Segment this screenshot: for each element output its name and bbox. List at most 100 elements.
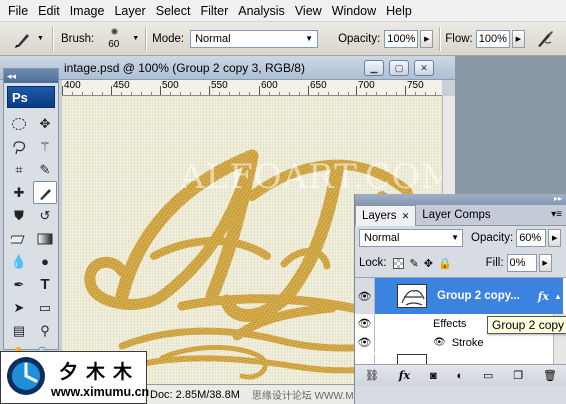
menu-file[interactable]: File bbox=[0, 0, 33, 22]
doc-size-status: Doc: 2.85M/38.8M bbox=[150, 388, 240, 401]
layers-panel: ▸▸ Layers ✕ Layer Comps ▾≡ Normal ▼ Opac… bbox=[354, 194, 566, 404]
type-tool-icon[interactable]: T bbox=[33, 273, 57, 296]
site-logo-url: www.ximumu.cn bbox=[51, 385, 150, 399]
blur-tool-icon[interactable]: 💧 bbox=[7, 250, 31, 273]
tab-layers[interactable]: Layers ✕ bbox=[355, 205, 417, 226]
close-button[interactable]: ✕ bbox=[414, 60, 434, 76]
new-group-icon[interactable]: ▭ bbox=[483, 369, 493, 382]
tools-panel-header[interactable]: ◂◂ bbox=[4, 69, 58, 83]
fill-slider[interactable]: ▶ bbox=[538, 254, 552, 272]
mode-value: Normal bbox=[195, 32, 231, 45]
tab-layer-comps[interactable]: Layer Comps bbox=[416, 205, 496, 226]
photoshop-logo[interactable]: Ps bbox=[7, 86, 55, 108]
lock-transparent-icon[interactable] bbox=[392, 257, 404, 269]
visibility-eye-icon[interactable]: 👁 bbox=[355, 314, 375, 333]
brush-tool-preset-icon[interactable] bbox=[10, 26, 36, 52]
document-titlebar[interactable]: intage.psd @ 100% (Group 2 copy 3, RGB/8… bbox=[0, 56, 455, 80]
clone-stamp-icon[interactable]: ⛊ bbox=[7, 204, 31, 227]
menu-analysis[interactable]: Analysis bbox=[233, 0, 290, 22]
opacity-input[interactable]: 100% bbox=[384, 29, 419, 48]
add-style-icon[interactable]: fx bbox=[399, 369, 410, 382]
blend-mode-value: Normal bbox=[364, 232, 400, 244]
path-selection-icon[interactable]: ➤ bbox=[7, 296, 31, 319]
history-brush-icon[interactable]: ↺ bbox=[33, 204, 57, 227]
tools-panel: ◂◂ Ps ✥ ⚚ ⌗ ✎ ✚ ⛊ ↺ 💧 ● ✒ T ➤ ▭ ▤ ⚲ ✋ 🔍 bbox=[3, 68, 59, 361]
eraser-tool-icon[interactable] bbox=[7, 227, 31, 250]
lock-all-icon[interactable]: 🔒 bbox=[438, 257, 452, 270]
lock-row: Lock: ✎ ✥ 🔒 Fill: 0% ▶ bbox=[359, 254, 552, 272]
layer-name-tooltip: Group 2 copy 3 bbox=[487, 316, 566, 334]
lock-move-icon[interactable]: ✥ bbox=[424, 257, 433, 270]
blend-mode-select[interactable]: Normal ▼ bbox=[359, 229, 463, 247]
maximize-button[interactable]: ▢ bbox=[389, 60, 409, 76]
menu-select[interactable]: Select bbox=[151, 0, 196, 22]
healing-brush-icon[interactable]: ✚ bbox=[7, 181, 31, 204]
fill-label: Fill: bbox=[485, 257, 504, 269]
lock-paint-icon[interactable]: ✎ bbox=[410, 257, 419, 270]
fill-input[interactable]: 0% bbox=[506, 254, 537, 272]
opacity-slider-button[interactable]: ▶ bbox=[420, 29, 434, 48]
site-logo-chars: 夕木木 bbox=[59, 361, 141, 383]
watermark-text: ALFOART.COM bbox=[179, 157, 442, 197]
layers-footer: ⛓ fx ◙ ◐ ▭ ❐ 🗑 bbox=[355, 364, 566, 386]
trash-icon[interactable]: 🗑 bbox=[543, 369, 557, 382]
lasso-tool-icon[interactable] bbox=[7, 135, 31, 158]
shape-tool-icon[interactable]: ▭ bbox=[33, 296, 57, 319]
magic-wand-icon[interactable]: ⚚ bbox=[33, 135, 57, 158]
tab-layers-label: Layers bbox=[362, 210, 397, 222]
triangle-right-icon: ▶ bbox=[542, 260, 548, 267]
dodge-tool-icon[interactable]: ● bbox=[33, 250, 57, 273]
options-bar: ▼ Brush: 60 ▼ Mode: Normal ▼ Opacity: 10… bbox=[0, 22, 566, 56]
preset-dropdown-arrow[interactable]: ▼ bbox=[37, 35, 44, 42]
clock-logo-icon bbox=[7, 357, 45, 395]
collapse-arrows-icon: ◂◂ bbox=[7, 70, 17, 81]
eyedropper-tool-icon[interactable]: ✎ bbox=[33, 158, 57, 181]
close-icon[interactable]: ✕ bbox=[402, 211, 410, 221]
marquee-tool-icon[interactable] bbox=[7, 112, 31, 135]
brush-size-picker[interactable]: 60 bbox=[100, 24, 132, 54]
opacity-label: Opacity: bbox=[338, 32, 381, 45]
flow-input[interactable]: 100% bbox=[475, 29, 510, 48]
add-mask-icon[interactable]: ◙ bbox=[430, 370, 437, 382]
panel-menu-icon[interactable]: ▾≡ bbox=[551, 205, 562, 225]
triangle-right-icon: ▶ bbox=[424, 35, 430, 43]
crop-tool-icon[interactable]: ⌗ bbox=[7, 158, 31, 181]
chevron-down-icon: ▼ bbox=[451, 233, 459, 242]
minimize-button[interactable]: ▁ bbox=[364, 60, 384, 76]
brush-dropdown-arrow[interactable]: ▼ bbox=[132, 35, 139, 42]
menu-edit[interactable]: Edit bbox=[33, 0, 65, 22]
fx-badge[interactable]: fx bbox=[538, 290, 549, 303]
document-title: intage.psd @ 100% (Group 2 copy 3, RGB/8… bbox=[64, 61, 305, 75]
brush-tool-icon[interactable] bbox=[33, 181, 57, 204]
visibility-eye-icon[interactable]: 👁 bbox=[355, 278, 375, 314]
move-tool-icon[interactable]: ✥ bbox=[33, 112, 57, 135]
menu-view[interactable]: View bbox=[290, 0, 327, 22]
mode-select[interactable]: Normal ▼ bbox=[190, 29, 319, 48]
layer-row-selected[interactable]: 👁 Group 2 copy... fx bbox=[355, 278, 553, 314]
eyedropper-icon[interactable]: ⚲ bbox=[33, 319, 57, 342]
layer-thumbnail-art bbox=[401, 290, 425, 306]
menu-help[interactable]: Help bbox=[381, 0, 417, 22]
stroke-row[interactable]: 👁 👁 Stroke bbox=[355, 333, 553, 352]
expand-arrow-icon[interactable]: ▲ bbox=[553, 278, 563, 314]
layer-opacity-label: Opacity: bbox=[471, 232, 514, 244]
horizontal-ruler: 400 450 500 550 600 650 700 750 bbox=[62, 80, 442, 96]
menu-layer[interactable]: Layer bbox=[109, 0, 150, 22]
airbrush-icon[interactable] bbox=[534, 28, 556, 50]
flow-slider-button[interactable]: ▶ bbox=[511, 29, 525, 48]
link-layers-icon[interactable]: ⛓ bbox=[365, 369, 379, 382]
adjustment-layer-icon[interactable]: ◐ bbox=[456, 370, 463, 382]
notes-tool-icon[interactable]: ▤ bbox=[7, 319, 31, 342]
gradient-tool-icon[interactable] bbox=[33, 227, 57, 250]
layers-panel-dragbar[interactable]: ▸▸ bbox=[355, 194, 566, 205]
menu-filter[interactable]: Filter bbox=[195, 0, 233, 22]
menu-window[interactable]: Window bbox=[327, 0, 381, 22]
layer-opacity-slider[interactable]: ▶ bbox=[548, 229, 562, 247]
layer-opacity-input[interactable]: 60% bbox=[516, 229, 547, 247]
close-icon: ✕ bbox=[420, 62, 428, 73]
new-layer-icon[interactable]: ❐ bbox=[513, 369, 523, 382]
pen-tool-icon[interactable]: ✒ bbox=[7, 273, 31, 296]
visibility-eye-icon[interactable]: 👁 bbox=[355, 333, 375, 352]
menu-image[interactable]: Image bbox=[65, 0, 110, 22]
layers-tabs: Layers ✕ Layer Comps ▾≡ bbox=[355, 205, 566, 226]
